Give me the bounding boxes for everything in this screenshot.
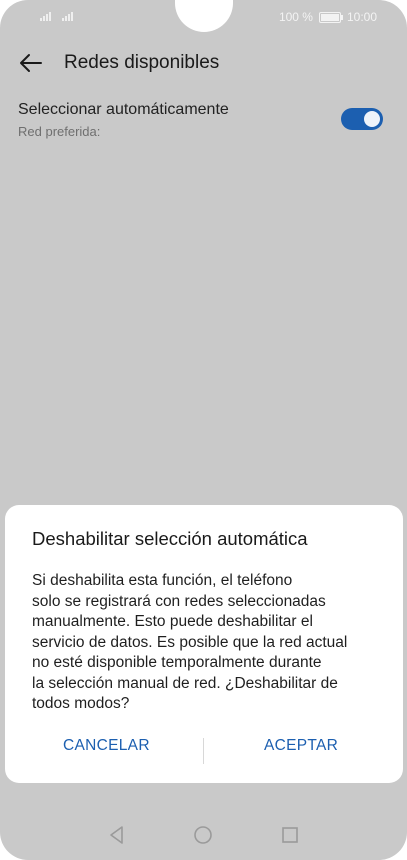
- message-line: manualmente. Esto puede deshabilitar el: [32, 613, 313, 630]
- app-header: Redes disponibles: [0, 40, 407, 86]
- nav-back-button[interactable]: [106, 824, 128, 846]
- confirm-dialog: Deshabilitar selección automática Si des…: [5, 505, 403, 783]
- signal-strength-icon: [62, 11, 73, 21]
- setting-subtitle: Red preferida:: [18, 124, 101, 139]
- page-title: Redes disponibles: [64, 52, 220, 73]
- message-line: Si deshabilita esta función, el teléfono: [32, 572, 293, 589]
- accept-button[interactable]: ACEPTAR: [264, 737, 338, 755]
- battery-icon: [318, 11, 343, 23]
- signal-strength-icon: [40, 11, 51, 21]
- nav-home-button[interactable]: [192, 824, 214, 846]
- nav-recent-button[interactable]: [279, 824, 301, 846]
- cancel-button[interactable]: CANCELAR: [63, 737, 150, 755]
- message-line: todos modos?: [32, 695, 130, 712]
- auto-select-setting[interactable]: Seleccionar automáticamente Red preferid…: [0, 96, 407, 148]
- dialog-message: Si deshabilita esta función, el teléfono…: [32, 571, 382, 715]
- setting-title: Seleccionar automáticamente: [18, 101, 229, 118]
- dialog-title: Deshabilitar selección automática: [32, 528, 308, 549]
- message-line: la selección manual de red. ¿Deshabilita…: [32, 674, 338, 692]
- navigation-bar: [0, 812, 407, 860]
- auto-select-toggle[interactable]: [341, 108, 383, 130]
- phone-screen: 100 % 10:00 Redes disponibles Selecciona…: [0, 0, 407, 860]
- status-right: 100 % 10:00: [279, 10, 377, 24]
- message-line: servicio de datos. Es posible que la red…: [32, 633, 348, 651]
- message-line: no esté disponible temporalmente durante: [32, 654, 322, 671]
- clock: 10:00: [346, 10, 377, 24]
- toggle-knob: [364, 111, 380, 127]
- message-line: solo se registrará con redes seleccionad…: [32, 592, 326, 610]
- back-button[interactable]: [16, 48, 46, 78]
- arrow-left-icon: [20, 54, 42, 72]
- battery-percent: 100 %: [278, 10, 313, 24]
- triangle-back-icon: [110, 826, 123, 844]
- button-divider: [203, 738, 204, 764]
- circle-home-icon: [194, 826, 212, 844]
- square-recent-icon: [282, 827, 298, 843]
